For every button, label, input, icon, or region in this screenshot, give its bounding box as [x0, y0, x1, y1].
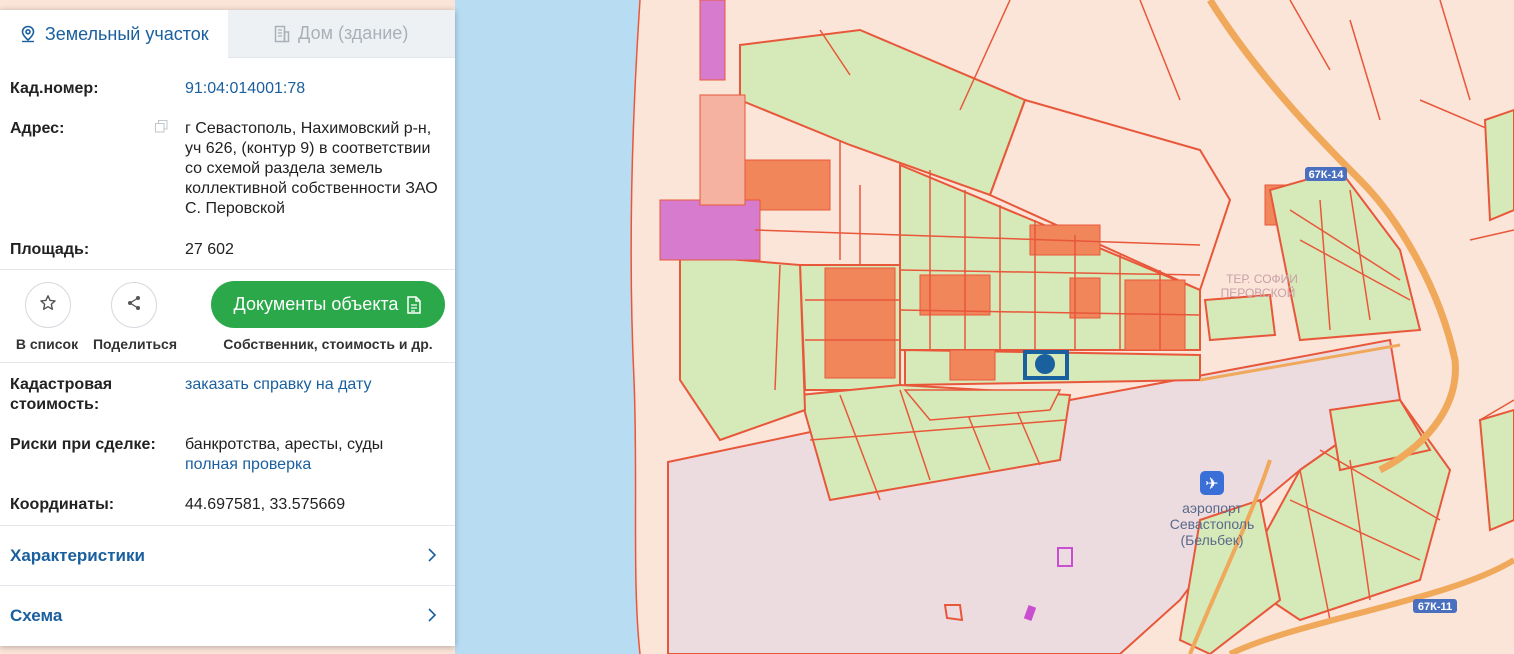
tab-land-plot-label: Земельный участок [44, 23, 209, 44]
parcel-info-panel: Земельный участок Дом (здание) Кад.номер… [0, 10, 455, 646]
add-to-list-button[interactable] [25, 282, 71, 328]
star-icon [39, 294, 57, 317]
airport-label: аэропорт [1182, 500, 1242, 516]
area-value: 27 602 [185, 241, 234, 258]
documents-caption: Собственник, стоимость и др. [223, 336, 433, 352]
share-button[interactable] [111, 282, 157, 328]
copy-icon[interactable] [155, 119, 168, 139]
sea [455, 0, 640, 654]
airport-label: Севастополь [1170, 516, 1255, 532]
divider [0, 525, 455, 526]
tab-building-label: Дом (здание) [298, 23, 409, 43]
cadastral-cost-label: Кадастровая стоимость: [10, 376, 113, 413]
divider [0, 362, 455, 363]
cadastral-cost-row: Кадастровая стоимость: заказать справку … [10, 375, 440, 415]
locality-label: ПЕРОВСКОЙ [1221, 285, 1296, 300]
coordinates-label: Координаты: [10, 496, 115, 513]
cad-number-label: Кад.номер: [10, 80, 99, 97]
address-label: Адрес: [10, 120, 65, 137]
tab-bar: Земельный участок Дом (здание) [0, 10, 455, 58]
coordinates-value: 44.697581, 33.575669 [185, 496, 346, 513]
deal-risks-row: Риски при сделке: банкротства, аресты, с… [10, 435, 440, 475]
area-label: Площадь: [10, 241, 90, 258]
order-certificate-link[interactable]: заказать справку на дату [185, 375, 440, 395]
address-row: Адрес: г Севастополь, Нахимовский р-н, у… [10, 119, 440, 219]
cad-number-link[interactable]: 91:04:014001:78 [185, 79, 440, 99]
tab-land-plot[interactable]: Земельный участок [0, 10, 228, 58]
road-badge-text: 67К-11 [1418, 601, 1452, 613]
object-documents-button[interactable]: Документы объекта [211, 281, 445, 328]
full-check-link[interactable]: полная проверка [185, 455, 440, 475]
address-value: г Севастополь, Нахимовский р-н, уч 626, … [185, 120, 438, 217]
share-icon [126, 295, 142, 316]
characteristics-section[interactable]: Характеристики [10, 546, 145, 566]
document-icon [406, 295, 422, 314]
tab-building[interactable]: Дом (здание) [227, 10, 455, 58]
chevron-right-icon[interactable] [427, 547, 437, 568]
locality-label: ТЕР. СОФИИ [1226, 272, 1298, 286]
deal-risks-label: Риски при сделке: [10, 436, 156, 453]
road-badge-text: 67К-14 [1309, 169, 1345, 181]
airport-label: (Бельбек) [1180, 532, 1243, 548]
map-pin-icon [19, 25, 37, 43]
deal-risks-value: банкротства, аресты, суды [185, 436, 384, 453]
building-icon [274, 25, 290, 43]
share-label: Поделиться [92, 336, 178, 352]
divider [0, 269, 455, 270]
add-to-list-label: В список [15, 336, 79, 352]
svg-text:✈: ✈ [1205, 474, 1218, 493]
scheme-section[interactable]: Схема [10, 606, 62, 626]
chevron-right-icon[interactable] [427, 607, 437, 628]
selected-parcel-pin[interactable] [1035, 354, 1055, 374]
divider [0, 585, 455, 586]
